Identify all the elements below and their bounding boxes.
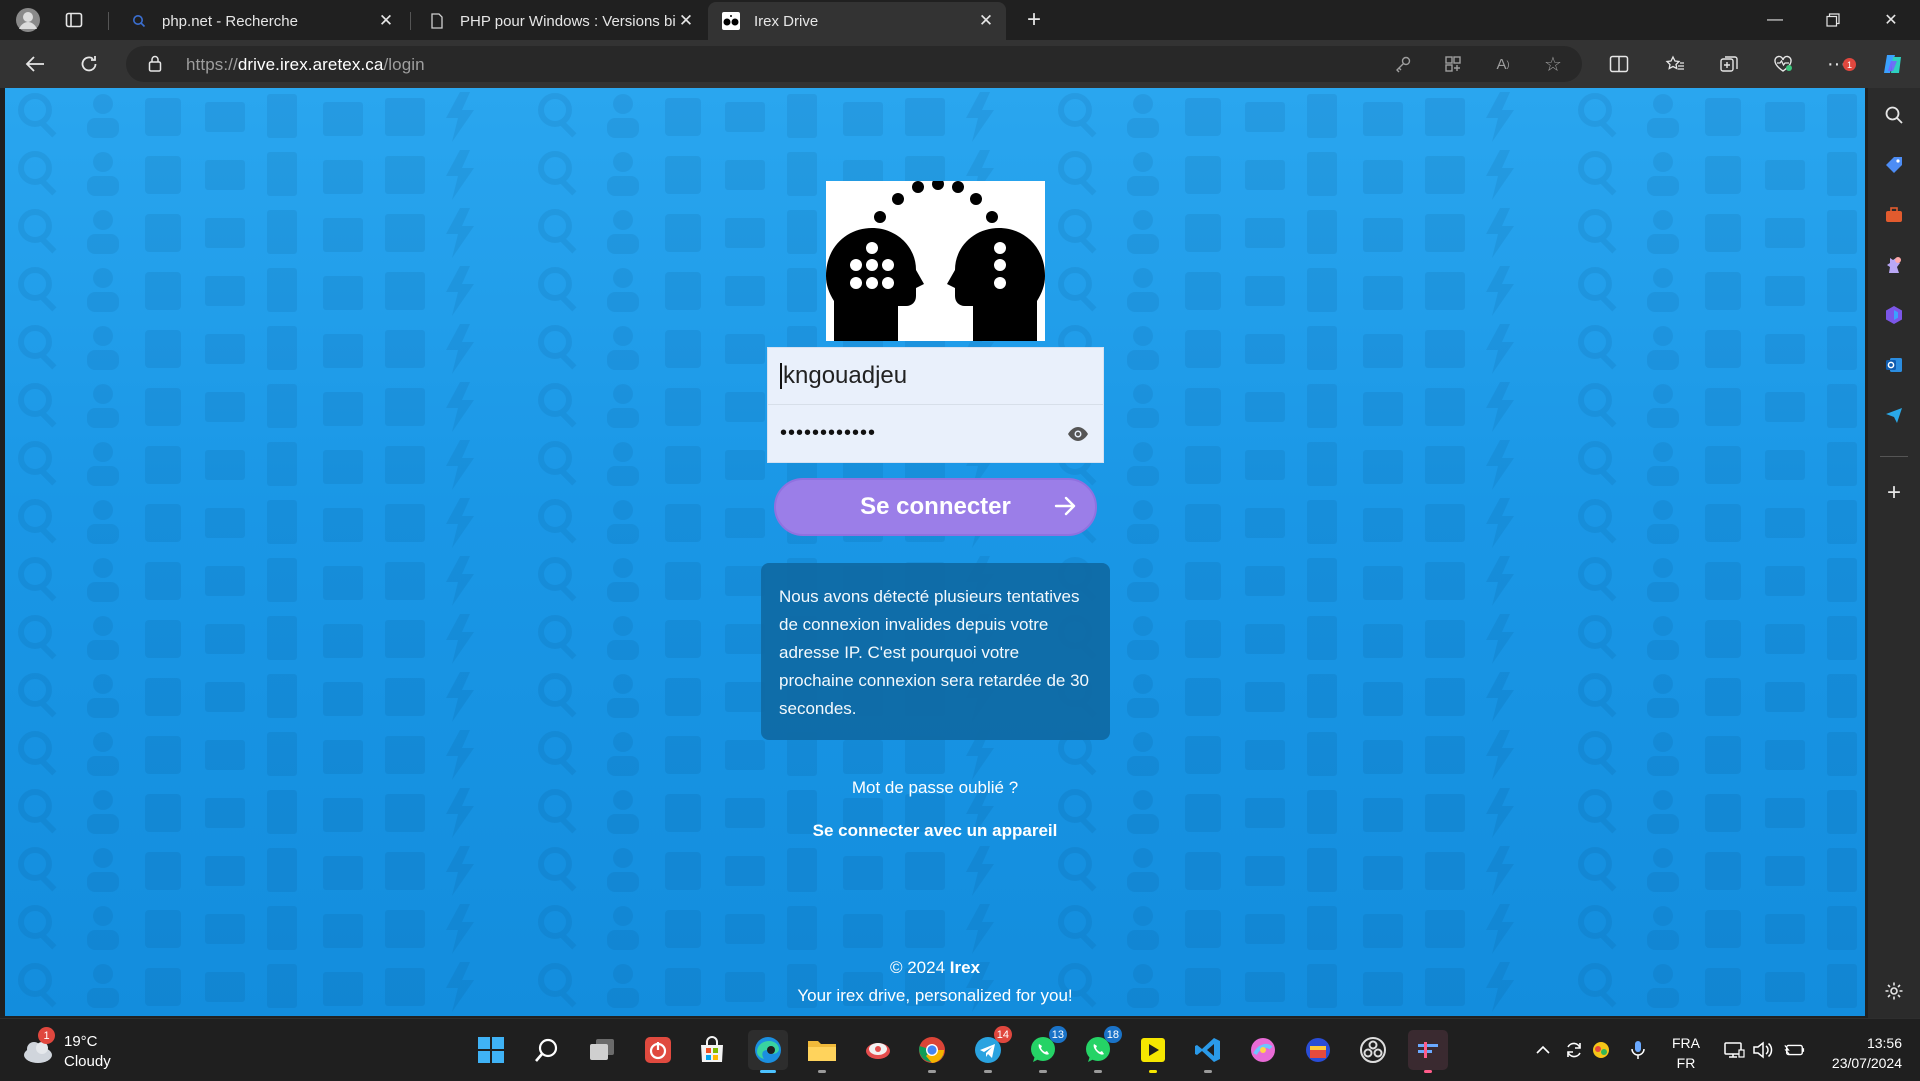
forgot-password-link[interactable]: Mot de passe oublié ? [735, 778, 1135, 798]
close-icon[interactable]: ✕ [376, 11, 396, 31]
tab-actions-icon[interactable] [58, 6, 90, 34]
footer-copyright: © 2024 Irex [889, 958, 981, 977]
lock-icon[interactable] [148, 55, 162, 77]
games-icon[interactable] [1881, 252, 1907, 278]
profile-avatar[interactable] [12, 6, 44, 34]
url-text: https://drive.irex.aretex.ca/login [186, 55, 425, 74]
whatsapp-business-icon[interactable]: 18 [1078, 1026, 1122, 1073]
microphone-icon[interactable] [1627, 1039, 1649, 1061]
address-bar[interactable]: https://drive.irex.aretex.ca/login A) ☆ [126, 46, 1582, 82]
battery-icon[interactable] [1783, 1039, 1805, 1061]
minimize-icon[interactable]: — [1746, 0, 1804, 40]
chrome-icon[interactable] [912, 1030, 952, 1073]
apps-icon[interactable] [1440, 52, 1466, 76]
close-icon[interactable]: ✕ [676, 11, 696, 31]
app-icon-recording[interactable] [1408, 1030, 1448, 1073]
collections-icon[interactable] [1712, 48, 1746, 80]
outlook-icon[interactable] [1881, 352, 1907, 378]
login-delay-warning: Nous avons détecté plusieurs tentatives … [761, 563, 1110, 740]
search-icon[interactable] [1881, 102, 1907, 128]
irex-logo [826, 178, 1045, 341]
restore-icon[interactable] [1804, 0, 1862, 40]
device-login-link[interactable]: Se connecter avec un appareil [735, 821, 1135, 841]
obs-studio-icon[interactable] [1353, 1030, 1393, 1070]
document-icon [428, 12, 446, 30]
telegram-icon[interactable]: 14 [968, 1026, 1012, 1073]
system-clock[interactable]: 13:56 23/07/2024 [1818, 1033, 1902, 1073]
language-indicator[interactable]: FRA FR [1672, 1033, 1700, 1073]
tab-php-windows[interactable]: PHP pour Windows : Versions bin ✕ [414, 2, 706, 40]
language-primary: FRA [1672, 1035, 1700, 1051]
footer-brand[interactable]: Irex [950, 958, 980, 977]
password-field[interactable]: •••••••••••• [768, 405, 1103, 462]
browser-essentials-icon[interactable] [1766, 48, 1800, 80]
media-player-icon[interactable] [1133, 1030, 1173, 1073]
read-aloud-icon[interactable]: A) [1490, 52, 1516, 76]
windows-start-icon[interactable] [471, 1030, 511, 1070]
footer-tagline: Your irex drive, personalized for you! [797, 986, 1073, 1005]
chevron-up-icon[interactable] [1532, 1039, 1554, 1061]
tab-strip: php.net - Recherche ✕ PHP pour Windows :… [0, 0, 1920, 40]
back-button[interactable] [18, 48, 52, 80]
whatsapp-icon[interactable]: 13 [1023, 1026, 1067, 1073]
tools-icon[interactable] [1881, 202, 1907, 228]
tab-title: Irex Drive [754, 12, 819, 30]
login-page: kngouadjeu •••••••••••• Se connecter Nou… [5, 88, 1865, 1016]
copilot-icon[interactable] [1876, 48, 1910, 80]
login-button[interactable]: Se connecter [774, 478, 1097, 536]
tab-title: php.net - Recherche [162, 12, 298, 30]
microsoft-365-icon[interactable] [1881, 302, 1907, 328]
shopping-tag-icon[interactable] [1881, 152, 1907, 178]
clock-date: 23/07/2024 [1831, 1055, 1902, 1071]
login-button-label: Se connecter [860, 493, 1011, 520]
arrow-right-icon [1053, 494, 1077, 525]
show-password-icon[interactable] [1067, 425, 1089, 441]
weather-badge: 1 [38, 1027, 55, 1044]
login-form: kngouadjeu •••••••••••• [767, 347, 1104, 463]
browser-toolbar: https://drive.irex.aretex.ca/login A) ☆ … [0, 40, 1920, 88]
send-icon[interactable] [1881, 402, 1907, 428]
favorites-icon[interactable] [1658, 48, 1692, 80]
app-icon-shield[interactable] [1298, 1030, 1338, 1070]
tab-title: PHP pour Windows : Versions bin [460, 12, 676, 30]
tab-php-search[interactable]: php.net - Recherche ✕ [116, 2, 406, 40]
new-tab-button[interactable]: + [1018, 6, 1050, 34]
weather-temp: 19°C [64, 1033, 98, 1050]
refresh-button[interactable] [72, 48, 106, 80]
vscode-icon[interactable] [1188, 1030, 1228, 1073]
edge-browser-icon[interactable] [748, 1030, 788, 1073]
more-options-icon[interactable]: ··· 1 [1820, 48, 1856, 80]
close-window-icon[interactable]: ✕ [1862, 0, 1920, 40]
tab-irex-drive[interactable]: Irex Drive ✕ [708, 2, 1006, 40]
edge-sidebar: + [1868, 88, 1920, 1018]
close-icon[interactable]: ✕ [976, 11, 996, 31]
clock-time: 13:56 [1866, 1035, 1902, 1051]
taskbar-search-icon[interactable] [527, 1030, 567, 1070]
file-explorer-icon[interactable] [802, 1030, 842, 1073]
task-view-icon[interactable] [582, 1030, 622, 1070]
telegram-badge: 14 [993, 1026, 1012, 1043]
microsoft-store-icon[interactable] [692, 1030, 732, 1070]
sync-icon[interactable] [1563, 1039, 1585, 1061]
windows-taskbar: 1 19°C Cloudy 14 13 18 FRA FR 13:56 23/0… [0, 1018, 1920, 1080]
key-icon[interactable] [1390, 52, 1416, 76]
network-icon[interactable] [1723, 1039, 1745, 1061]
username-field[interactable]: kngouadjeu [768, 348, 1103, 405]
weather-condition: Cloudy [64, 1053, 111, 1070]
app-icon-cloud[interactable] [858, 1030, 898, 1070]
whatsapp-business-badge: 18 [1103, 1026, 1122, 1043]
split-screen-icon[interactable] [1602, 48, 1636, 80]
power-app-icon[interactable] [638, 1030, 678, 1070]
app-icon-swirl[interactable] [1243, 1030, 1283, 1070]
favorite-star-icon[interactable]: ☆ [1540, 52, 1566, 76]
settings-gear-icon[interactable] [1881, 978, 1907, 1004]
search-icon [130, 12, 148, 30]
notification-badge: 1 [1843, 58, 1856, 71]
volume-icon[interactable] [1752, 1039, 1774, 1061]
colorful-app-tray-icon[interactable] [1590, 1039, 1612, 1061]
whatsapp-badge: 13 [1048, 1026, 1067, 1043]
irex-logo-icon [722, 12, 740, 30]
language-secondary: FR [1676, 1055, 1696, 1071]
add-sidebar-app-icon[interactable]: + [1881, 479, 1907, 506]
